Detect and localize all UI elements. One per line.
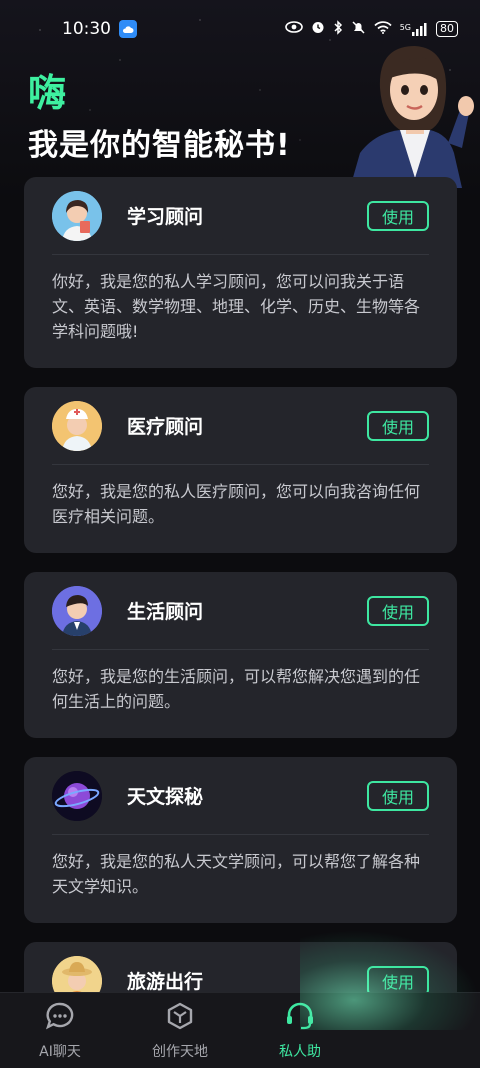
use-button[interactable]: 使用 <box>367 410 429 441</box>
card-astronomy[interactable]: 天文探秘 使用 您好，我是您的私人天文学顾问，可以帮您了解各种天文学知识。 <box>24 757 457 923</box>
assistant-avatar-illustration <box>330 38 480 188</box>
greeting-subtitle: 我是你的智能秘书! <box>28 128 291 163</box>
mute-bell-icon <box>351 20 366 39</box>
use-button[interactable]: 使用 <box>367 200 429 231</box>
study-advisor-avatar <box>52 190 102 241</box>
card-title: 学习顾问 <box>127 206 204 228</box>
card-life-advisor[interactable]: 生活顾问 使用 您好，我是您的生活顾问，可以帮您解决您遇到的任何生活上的问题。 <box>24 572 457 738</box>
network-type-label: 5G <box>399 22 411 32</box>
bottom-navigation: AI聊天 创作天地 私人助 <box>0 992 480 1068</box>
nav-label: 创作天地 <box>152 1043 208 1060</box>
card-description: 您好，我是您的私人医疗顾问，您可以向我咨询任何医疗相关问题。 <box>52 482 421 526</box>
status-time: 10:30 <box>62 19 111 39</box>
nav-personal-assistant[interactable]: 私人助 <box>240 993 360 1068</box>
card-description: 您好，我是您的私人天文学顾问，可以帮您了解各种天文学知识。 <box>52 852 421 896</box>
card-medical-advisor[interactable]: 医疗顾问 使用 您好，我是您的私人医疗顾问，您可以向我咨询任何医疗相关问题。 <box>24 387 457 553</box>
eye-icon <box>284 21 303 37</box>
card-title: 旅游出行 <box>127 971 204 993</box>
wifi-icon <box>374 20 392 38</box>
headset-icon <box>284 1001 316 1035</box>
card-title: 生活顾问 <box>127 601 204 623</box>
signal-icon: 5G <box>399 22 428 36</box>
nav-ai-chat[interactable]: AI聊天 <box>0 993 120 1068</box>
nav-label: 私人助 <box>279 1043 321 1060</box>
use-button[interactable]: 使用 <box>367 780 429 811</box>
greeting-hi: 嗨 <box>28 71 69 115</box>
card-description: 你好，我是您的私人学习顾问，您可以问我关于语文、英语、数学物理、地理、化学、历史… <box>52 272 421 341</box>
nav-label: AI聊天 <box>39 1043 81 1060</box>
card-title: 医疗顾问 <box>127 416 204 438</box>
bluetooth-icon <box>333 19 343 39</box>
use-button[interactable]: 使用 <box>367 595 429 626</box>
astronomy-planet-avatar <box>52 770 102 821</box>
medical-advisor-avatar <box>52 400 102 451</box>
cloud-app-icon <box>119 20 137 38</box>
chat-bubble-icon <box>45 1001 75 1035</box>
nav-creation[interactable]: 创作天地 <box>120 993 240 1068</box>
cube-icon <box>165 1001 195 1035</box>
assistant-card-list: 学习顾问 使用 你好，我是您的私人学习顾问，您可以问我关于语文、英语、数学物理、… <box>24 177 457 1061</box>
battery-indicator: 80 <box>436 21 458 37</box>
card-title: 天文探秘 <box>127 786 204 808</box>
card-study-advisor[interactable]: 学习顾问 使用 你好，我是您的私人学习顾问，您可以问我关于语文、英语、数学物理、… <box>24 177 457 368</box>
life-advisor-avatar <box>52 585 102 636</box>
card-description: 您好，我是您的生活顾问，可以帮您解决您遇到的任何生活上的问题。 <box>52 667 421 711</box>
alarm-icon <box>311 20 325 38</box>
use-button[interactable]: 使用 <box>367 965 429 996</box>
